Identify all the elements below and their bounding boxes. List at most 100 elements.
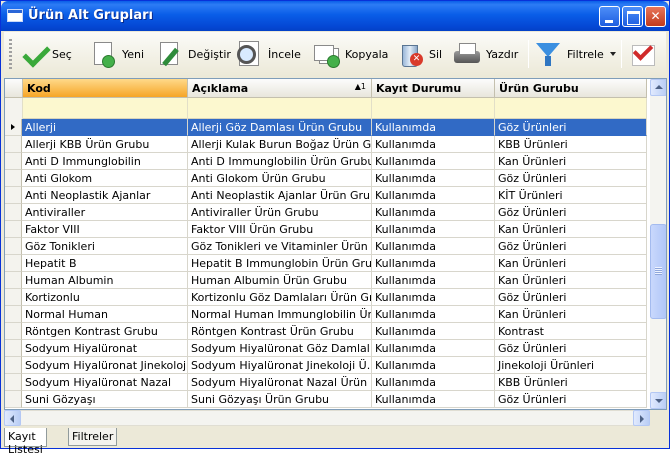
row-selector[interactable] bbox=[5, 153, 22, 170]
copy-icon bbox=[311, 39, 341, 69]
row-selector[interactable] bbox=[5, 357, 22, 374]
scroll-right-arrow-icon[interactable] bbox=[633, 410, 650, 426]
row-selector[interactable] bbox=[5, 221, 22, 238]
table-row[interactable]: Röntgen Kontrast Grubu Röntgen Kontrast Ü… bbox=[22, 323, 647, 340]
table-row[interactable]: Anti Glokom Anti Glokom Ürün Grubu Kullanı… bbox=[22, 170, 647, 187]
table-cell: Kullanımda bbox=[372, 391, 495, 408]
table-cell: Faktor VIII Ürün Grubu bbox=[188, 221, 372, 238]
table-cell: Sodyum Hiyalüronat Jinekoloji bbox=[22, 357, 188, 374]
table-cell: Kullanımda bbox=[372, 187, 495, 204]
tab-filtreler[interactable]: Filtreler bbox=[68, 428, 118, 446]
row-selector[interactable] bbox=[5, 272, 22, 289]
table-cell: Kullanımda bbox=[372, 272, 495, 289]
table-cell: Kullanımda bbox=[372, 119, 495, 136]
scroll-left-arrow-icon[interactable] bbox=[4, 410, 21, 426]
print-button[interactable]: Yazdır bbox=[452, 36, 518, 72]
chevron-down-icon[interactable] bbox=[608, 49, 618, 59]
row-selector[interactable] bbox=[5, 255, 22, 272]
table-cell: Göz Ürünleri bbox=[495, 170, 647, 187]
row-selector[interactable] bbox=[5, 340, 22, 357]
row-selector[interactable] bbox=[5, 170, 22, 187]
table-cell: Allerji Göz Damlası Ürün Grubu bbox=[188, 119, 372, 136]
tab-kayit-listesi[interactable]: Kayıt Listesi bbox=[4, 428, 47, 456]
table-row[interactable]: Suni Gözyaşı Suni Gözyaşı Ürün Grubu Kulla… bbox=[22, 391, 647, 408]
table-cell: Sodyum Hiyalüronat Nazal Ürün ... bbox=[188, 374, 372, 391]
table-cell: Kortizonlu bbox=[22, 289, 188, 306]
table-cell: Human Albumin Ürün Grubu bbox=[188, 272, 372, 289]
filter-button[interactable]: Filtrele bbox=[533, 36, 618, 72]
edit-document-icon bbox=[154, 39, 184, 69]
row-selector[interactable] bbox=[5, 374, 22, 391]
table-row[interactable]: Hepatit B Hepatit B Immunglobin Ürün Grub… bbox=[22, 255, 647, 272]
table-cell: Kullanımda bbox=[372, 340, 495, 357]
table-row[interactable]: Göz Tonikleri Göz Tonikleri ve Vitaminler… bbox=[22, 238, 647, 255]
apply-button[interactable] bbox=[626, 36, 656, 72]
copy-button[interactable]: Kopyala bbox=[311, 36, 388, 72]
scroll-down-arrow-icon[interactable] bbox=[650, 392, 666, 409]
minimize-button[interactable] bbox=[599, 6, 620, 27]
scroll-thumb[interactable] bbox=[650, 224, 666, 319]
column-header-urun-gurubu[interactable]: Ürün Gurubu bbox=[495, 79, 647, 98]
row-selector[interactable] bbox=[5, 289, 22, 306]
column-header-kayit-durumu[interactable]: Kayıt Durumu bbox=[372, 79, 495, 98]
table-row[interactable]: Kortizonlu Kortizonlu Göz Damlaları Ürün … bbox=[22, 289, 647, 306]
row-selector[interactable] bbox=[5, 306, 22, 323]
table-cell: Normal Human Immunglobilin Ür... bbox=[188, 306, 372, 323]
table-row[interactable]: Allerji Allerji Göz Damlası Ürün Grubu Kul… bbox=[22, 119, 647, 136]
table-row[interactable]: Sodyum Hiyalüronat Sodyum Hiyalüronat Göz… bbox=[22, 340, 647, 357]
table-cell: Allerji KBB Ürün Grubu bbox=[22, 136, 188, 153]
delete-label: Sil bbox=[429, 47, 443, 61]
filter-cell-kod[interactable] bbox=[23, 98, 188, 119]
table-cell: Kullanımda bbox=[372, 238, 495, 255]
column-header-label: Ürün Gurubu bbox=[499, 82, 579, 95]
table-cell: Suni Gözyaşı Ürün Grubu bbox=[188, 391, 372, 408]
table-row[interactable]: Allerji KBB Ürün Grubu Allerji Kulak Buru… bbox=[22, 136, 647, 153]
filter-cell-urun-gurubu[interactable] bbox=[495, 98, 647, 119]
copy-label: Kopyala bbox=[345, 47, 389, 61]
vertical-scrollbar[interactable] bbox=[650, 79, 666, 409]
main-window: Ürün Alt Grupları ✕ Seç Yeni Değiştir İn… bbox=[0, 0, 670, 456]
table-row[interactable]: Sodyum Hiyalüronat Jinekoloji Sodyum Hiya… bbox=[22, 357, 647, 374]
table-row[interactable]: Anti D Immunglobilin Anti D Immunglobilin… bbox=[22, 153, 647, 170]
edit-button[interactable]: Değiştir bbox=[154, 36, 231, 72]
auto-filter-row[interactable] bbox=[5, 98, 647, 119]
table-cell: Kan Ürünleri bbox=[495, 221, 647, 238]
table-cell: Anti Neoplastik Ajanlar Ürün Grubu bbox=[188, 187, 372, 204]
table-row[interactable]: Antiviraller Antiviraller Ürün Grubu Kulla… bbox=[22, 204, 647, 221]
column-header-aciklama[interactable]: Açıklama ▲1 bbox=[188, 79, 372, 98]
table-row[interactable]: Normal Human Normal Human Immunglobilin Ü… bbox=[22, 306, 647, 323]
new-button[interactable]: Yeni bbox=[88, 36, 144, 72]
maximize-button[interactable] bbox=[622, 6, 643, 27]
close-button[interactable]: ✕ bbox=[645, 6, 666, 27]
title-bar[interactable]: Ürün Alt Grupları ✕ bbox=[1, 1, 669, 31]
table-cell: Göz Ürünleri bbox=[495, 204, 647, 221]
toolbar-grip[interactable] bbox=[9, 39, 12, 69]
row-selector[interactable] bbox=[5, 323, 22, 340]
delete-button[interactable]: Sil bbox=[395, 36, 442, 72]
select-button[interactable]: Seç bbox=[18, 36, 72, 72]
table-cell: Sodyum Hiyalüronat Göz Damlal... bbox=[188, 340, 372, 357]
table-cell: Kan Ürünleri bbox=[495, 306, 647, 323]
filter-cell-aciklama[interactable] bbox=[188, 98, 372, 119]
horizontal-scrollbar[interactable] bbox=[4, 410, 650, 426]
toolbar-separator bbox=[528, 40, 529, 68]
inspect-button[interactable]: İncele bbox=[234, 36, 301, 72]
row-selector[interactable] bbox=[5, 391, 22, 408]
toolbar: Seç Yeni Değiştir İncele Kopyala Sil Yaz… bbox=[4, 32, 666, 76]
table-row[interactable]: Human Albumin Human Albumin Ürün Grubu Kul… bbox=[22, 272, 647, 289]
row-selector[interactable] bbox=[5, 136, 22, 153]
row-selector[interactable] bbox=[5, 238, 22, 255]
column-header-kod[interactable]: Kod bbox=[23, 79, 188, 98]
scroll-up-arrow-icon[interactable] bbox=[650, 79, 666, 96]
table-row[interactable]: Faktor VIII Faktor VIII Ürün Grubu Kullanı… bbox=[22, 221, 647, 238]
table-row[interactable]: Anti Neoplastik Ajanlar Anti Neoplastik A… bbox=[22, 187, 647, 204]
row-selector[interactable] bbox=[5, 187, 22, 204]
table-row[interactable]: Sodyum Hiyalüronat Nazal Sodyum Hiyalüron… bbox=[22, 374, 647, 391]
table-cell: Sodyum Hiyalüronat Jinekoloji Ü... bbox=[188, 357, 372, 374]
row-selector[interactable] bbox=[5, 204, 22, 221]
filter-cell-kayit-durumu[interactable] bbox=[372, 98, 495, 119]
table-cell: Kan Ürünleri bbox=[495, 272, 647, 289]
row-selector[interactable] bbox=[5, 119, 22, 136]
table-cell: Kullanımda bbox=[372, 153, 495, 170]
table-cell: Kan Ürünleri bbox=[495, 153, 647, 170]
